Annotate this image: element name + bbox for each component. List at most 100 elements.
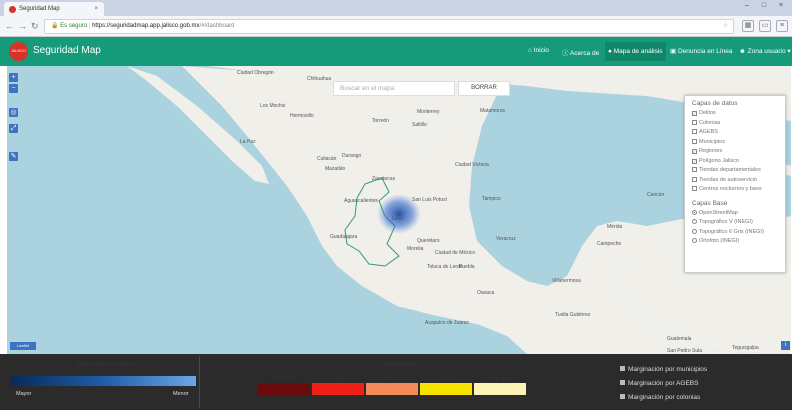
base-layer-item[interactable]: Topográfico 6 Gris (INEGI): [692, 228, 778, 238]
map-label: Morelia: [407, 246, 424, 252]
forward-icon[interactable]: →: [18, 20, 27, 32]
back-icon[interactable]: ←: [5, 20, 14, 32]
marginacion-level-label: Bajo: [439, 376, 452, 382]
map-canvas[interactable]: Ciudad Obregón Los Mochis Hermosillo Cul…: [7, 66, 791, 354]
crime-high-label: Mayor: [16, 391, 32, 397]
nav-denuncia-en-linea[interactable]: ▣ Denuncia en Línea: [670, 47, 733, 55]
lock-icon: 🔒: [51, 23, 59, 29]
data-layer-item[interactable]: Municipios: [692, 138, 778, 148]
checkbox[interactable]: [692, 186, 697, 191]
base-layers-title: Capas Base: [692, 199, 728, 207]
data-layer-item[interactable]: AGEBS: [692, 128, 778, 138]
clear-button[interactable]: BORRAR: [458, 81, 510, 96]
nav-zona-usuario[interactable]: ☻ Zona usuario ▾: [739, 47, 791, 55]
data-layer-label: AGEBS: [699, 129, 718, 135]
browser-tab[interactable]: Seguridad Map ×: [4, 2, 104, 16]
marginacion-option-label: Marginación por AGEBS: [628, 380, 699, 387]
data-layer-item[interactable]: ✓ Delitos: [692, 109, 778, 119]
map-label: Mérida: [607, 224, 623, 230]
base-layer-item[interactable]: Topográfico V (INEGI): [692, 218, 778, 228]
map-label: Guadalajara: [330, 234, 358, 240]
radio-button[interactable]: [692, 228, 697, 234]
map-label: Saltillo: [412, 122, 427, 128]
layers-panel: Capas de datos ✓ Delitos Colonias AGEBS Muni…: [684, 95, 786, 273]
data-layer-item[interactable]: ✓ Regiones: [692, 147, 778, 157]
app-brand[interactable]: Seguridad Map: [33, 45, 101, 56]
map-basemap: [7, 66, 791, 354]
checkbox[interactable]: ✓: [692, 149, 697, 154]
base-layer-label: Topográfico 6 Gris (INEGI): [699, 228, 764, 235]
cast-icon[interactable]: ▭: [759, 20, 771, 32]
checkbox[interactable]: [620, 394, 625, 399]
map-label: Aguascalientes: [344, 198, 378, 204]
base-layer-item[interactable]: OpenStreetMap: [692, 209, 778, 219]
nav-mapa-de-analisis[interactable]: ● Mapa de análisis: [605, 42, 666, 61]
address-bar[interactable]: 🔒 Es seguro | https://seguridadmap.app.j…: [44, 19, 734, 34]
url-host: https://seguridadmap.app.jalisco.gob.mx: [92, 23, 200, 29]
map-label: Tuxtla Gutiérrez: [555, 312, 591, 318]
checkbox[interactable]: [620, 380, 625, 385]
map-label: Querétaro: [417, 238, 440, 244]
extension-icon[interactable]: ▦: [742, 20, 754, 32]
report-icon: ▣: [670, 48, 677, 55]
radio-button[interactable]: [692, 209, 697, 215]
window-close-icon[interactable]: ×: [774, 1, 788, 11]
radio-button[interactable]: [692, 219, 697, 224]
marginacion-option[interactable]: Marginación por AGEBS: [620, 380, 698, 387]
minimize-icon[interactable]: –: [740, 1, 754, 11]
map-label: Villahermosa: [552, 278, 581, 284]
reload-icon[interactable]: ↻: [31, 20, 39, 32]
data-layer-label: Tiendas de autoservicio: [699, 176, 757, 183]
data-layer-label: Colonias: [699, 119, 721, 126]
data-layer-item[interactable]: Centros nocturnos y baos: [692, 185, 778, 195]
marginacion-option-label: Marginación por municipios: [628, 366, 708, 373]
jalisco-logo[interactable]: JALISCO: [9, 42, 28, 61]
marginacion-swatch: [312, 383, 364, 395]
radio-button[interactable]: [692, 238, 697, 243]
close-tab-icon[interactable]: ×: [94, 2, 98, 16]
map-label: Zacatecas: [372, 176, 396, 182]
checkbox[interactable]: [620, 366, 625, 371]
map-label: Cancún: [647, 192, 665, 198]
locate-icon[interactable]: ◎: [9, 108, 18, 117]
home-icon: ⌂: [528, 47, 532, 54]
data-layer-item[interactable]: Tiendas departamentales: [692, 166, 778, 176]
nav-acerca-de[interactable]: ⓘ Acerca de: [562, 47, 599, 57]
map-label: Acapulco de Juárez: [425, 320, 469, 326]
checkbox[interactable]: ✓: [692, 111, 697, 116]
marginacion-swatch: [420, 383, 472, 395]
info-button[interactable]: i: [781, 341, 790, 350]
marginacion-option[interactable]: Marginación por colonias: [620, 394, 700, 401]
checkbox[interactable]: [692, 138, 697, 144]
url-path: /#/dashboard: [199, 23, 235, 29]
info-icon: ⓘ: [562, 50, 569, 57]
map-label: Los Mochis: [260, 103, 286, 109]
map-label: Hermosillo: [290, 113, 314, 119]
checkbox[interactable]: ✓: [692, 158, 697, 164]
zoom-in-button[interactable]: +: [9, 73, 18, 82]
checkbox[interactable]: [692, 176, 697, 182]
map-label: Tampico: [482, 196, 501, 202]
checkbox[interactable]: [692, 167, 697, 172]
draw-icon[interactable]: ✎: [9, 152, 18, 161]
zoom-out-button[interactable]: −: [9, 84, 18, 93]
map-search-input[interactable]: Buscar en el mapa: [333, 81, 455, 96]
marginacion-option[interactable]: Marginación por municipios: [620, 366, 707, 373]
data-layer-item[interactable]: ✓ Polígono Jalisco: [692, 157, 778, 167]
menu-icon[interactable]: ≡: [776, 20, 788, 32]
data-layer-item[interactable]: Tiendas de autoservicio: [692, 176, 778, 186]
base-layer-label: OpenStreetMap: [699, 209, 738, 216]
data-layer-item[interactable]: Colonias: [692, 119, 778, 129]
marginacion-option-label: Marginación por colonias: [628, 394, 701, 401]
map-attribution[interactable]: Leaflet: [10, 342, 36, 350]
nav-inicio[interactable]: ⌂ Inicio: [528, 47, 549, 54]
map-label: León: [392, 216, 404, 222]
base-layer-item[interactable]: Ortofoto (INEGI): [692, 237, 778, 247]
bookmark-star-icon[interactable]: ☆: [723, 20, 728, 33]
maximize-icon[interactable]: □: [757, 1, 771, 11]
checkbox[interactable]: [692, 119, 697, 125]
marginacion-swatch: [474, 383, 526, 395]
checkbox[interactable]: [692, 129, 697, 134]
fullscreen-icon[interactable]: ⤢: [9, 124, 18, 133]
map-label: Ciudad Obregón: [237, 70, 274, 76]
